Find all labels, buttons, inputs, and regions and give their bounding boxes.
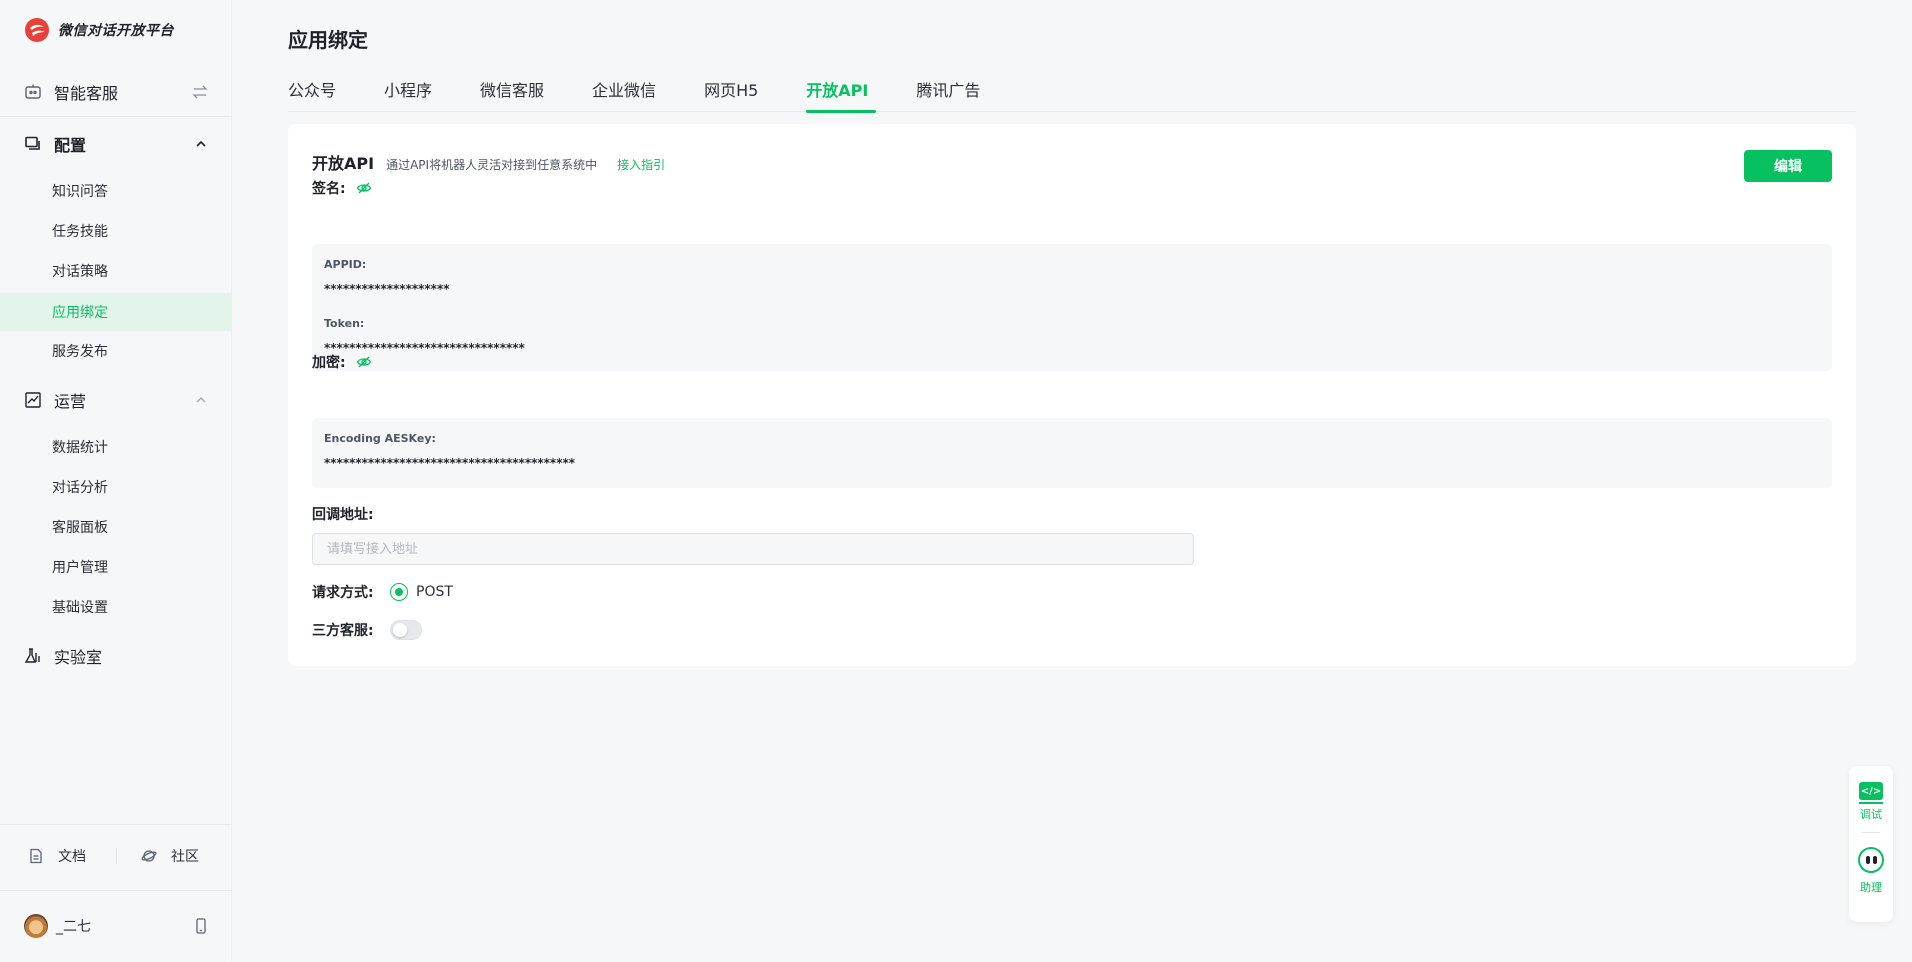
tab-tencent-ads[interactable]: 腾讯广告 xyxy=(916,78,980,112)
sidebar-item-data-stats[interactable]: 数据统计 xyxy=(0,428,232,466)
community-link[interactable]: 社区 xyxy=(141,846,199,866)
sidebar-footer: 文档 社区 xyxy=(0,836,232,876)
integration-guide-link[interactable]: 接入指引 xyxy=(617,156,665,173)
card-description: 通过API将机器人灵活对接到任意系统中 xyxy=(386,158,598,172)
docs-label: 文档 xyxy=(58,849,86,865)
group-label: 运营 xyxy=(54,392,87,411)
divider xyxy=(0,890,232,891)
appid-value: ******************** xyxy=(324,282,450,296)
assistant-label: 助理 xyxy=(1860,881,1882,894)
sidebar-item-basic-settings[interactable]: 基础设置 xyxy=(0,588,232,626)
divider xyxy=(1862,832,1880,833)
third-party-toggle[interactable] xyxy=(390,620,422,640)
brand-name: 微信对话开放平台 xyxy=(58,23,174,39)
group-label: 配置 xyxy=(54,136,87,155)
open-api-card: 开放API 通过API将机器人灵活对接到任意系统中 接入指引 编辑 签名: AP… xyxy=(288,124,1856,666)
user-name: _二七 xyxy=(56,919,91,935)
aes-key-label: Encoding AESKey: xyxy=(324,432,436,445)
debug-button[interactable]: </> 调试 xyxy=(1859,782,1883,822)
community-label: 社区 xyxy=(171,849,199,865)
chart-trend-icon xyxy=(25,392,41,408)
chat-config-icon xyxy=(25,136,40,150)
appid-key: APPID: xyxy=(324,258,367,271)
eye-off-icon[interactable] xyxy=(356,180,372,196)
post-radio-label[interactable]: POST xyxy=(416,584,453,600)
mobile-icon[interactable] xyxy=(194,918,208,934)
aes-key-value: **************************************** xyxy=(324,456,576,470)
card-header: 开放API 通过API将机器人灵活对接到任意系统中 接入指引 xyxy=(312,150,665,174)
nav-item-smart-service[interactable]: 智能客服 xyxy=(0,72,232,112)
sidebar-item-user-mgmt[interactable]: 用户管理 xyxy=(0,548,232,586)
encryption-label-row: 加密: xyxy=(312,352,372,372)
third-party-label: 三方客服: xyxy=(312,623,374,639)
nav-item-label: 智能客服 xyxy=(54,84,119,103)
brand-logo-icon xyxy=(25,18,49,42)
sidebar-item-publish[interactable]: 服务发布 xyxy=(0,332,232,370)
token-key: Token: xyxy=(324,317,365,330)
avatar[interactable] xyxy=(24,914,48,938)
encryption-box: Encoding AESKey: ***********************… xyxy=(312,418,1832,488)
group-label: 实验室 xyxy=(54,648,103,667)
method-label: 请求方式: xyxy=(312,585,374,601)
assistant-bot-icon xyxy=(1858,847,1884,873)
post-radio[interactable] xyxy=(390,583,408,601)
sidebar-item-service-panel[interactable]: 客服面板 xyxy=(0,508,232,546)
flask-icon xyxy=(24,648,40,663)
eye-off-icon[interactable] xyxy=(356,354,372,370)
tab-mini-program[interactable]: 小程序 xyxy=(384,78,432,112)
chevron-up-icon[interactable] xyxy=(194,393,208,407)
card-title: 开放API xyxy=(312,154,375,173)
document-icon xyxy=(30,848,42,864)
tab-bar: 公众号 小程序 微信客服 企业微信 网页H5 开放API 腾讯广告 xyxy=(288,78,1856,113)
planet-icon xyxy=(141,850,157,862)
divider xyxy=(0,116,232,117)
sidebar-item-skills[interactable]: 任务技能 xyxy=(0,212,232,250)
floating-toolbar: </> 调试 助理 xyxy=(1849,766,1893,922)
chevron-up-icon[interactable] xyxy=(194,137,208,151)
sidebar: 微信对话开放平台 智能客服 配置 知识问答 任务技能 对话策略 应用绑定 服务发… xyxy=(0,0,232,962)
encryption-label: 加密: xyxy=(312,355,346,371)
sidebar-item-dialog-analysis[interactable]: 对话分析 xyxy=(0,468,232,506)
brand[interactable]: 微信对话开放平台 xyxy=(24,16,174,44)
method-row: 请求方式: POST xyxy=(312,582,453,602)
group-operation[interactable]: 运营 xyxy=(0,380,232,420)
callback-label-row: 回调地址: xyxy=(312,504,374,524)
sidebar-item-app-binding[interactable]: 应用绑定 xyxy=(0,293,232,331)
signature-label: 签名: xyxy=(312,181,346,197)
sidebar-item-strategy[interactable]: 对话策略 xyxy=(0,252,232,290)
code-icon: </> xyxy=(1859,782,1883,804)
group-lab[interactable]: 实验室 xyxy=(0,636,232,676)
debug-label: 调试 xyxy=(1860,808,1882,821)
callback-url-input[interactable] xyxy=(312,533,1194,565)
docs-link[interactable]: 文档 xyxy=(28,846,86,866)
sidebar-item-knowledge[interactable]: 知识问答 xyxy=(0,172,232,210)
tab-wechat-service[interactable]: 微信客服 xyxy=(480,78,544,112)
divider xyxy=(116,848,117,864)
tab-wecom[interactable]: 企业微信 xyxy=(592,78,656,112)
signature-label-row: 签名: xyxy=(312,178,372,198)
page-title: 应用绑定 xyxy=(288,28,368,52)
tab-open-api[interactable]: 开放API xyxy=(806,78,877,113)
signature-box: APPID: ******************** Token: *****… xyxy=(312,244,1832,371)
assistant-button[interactable]: 助理 xyxy=(1858,847,1884,895)
edit-button[interactable]: 编辑 xyxy=(1744,150,1832,182)
user-bar[interactable]: _二七 xyxy=(0,906,232,946)
third-party-row: 三方客服: xyxy=(312,620,422,640)
tab-official-account[interactable]: 公众号 xyxy=(288,78,336,112)
switch-icon[interactable] xyxy=(192,84,208,100)
divider xyxy=(0,824,232,825)
group-config[interactable]: 配置 xyxy=(0,124,232,164)
robot-icon xyxy=(25,84,41,99)
tab-h5[interactable]: 网页H5 xyxy=(704,78,758,112)
callback-label: 回调地址: xyxy=(312,507,374,523)
